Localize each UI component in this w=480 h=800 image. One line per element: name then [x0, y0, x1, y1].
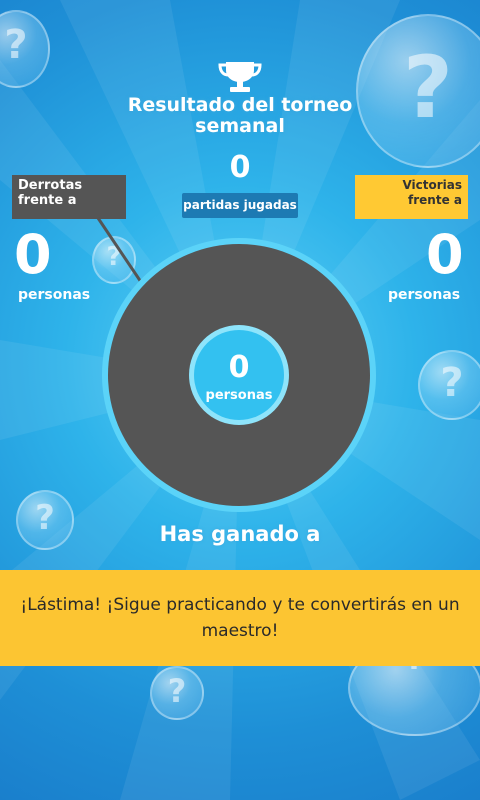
- page-title: Resultado del torneo semanal: [127, 94, 353, 137]
- banner-message: ¡Lástima! ¡Sigue practicando y te conver…: [20, 595, 460, 641]
- wins-tag: Victorias frente a: [355, 175, 468, 219]
- games-played-count: 0: [229, 150, 251, 185]
- message-banner: ¡Lástima! ¡Sigue practicando y te conver…: [0, 570, 480, 666]
- question-bubble-icon: ?: [16, 490, 74, 550]
- question-bubble-icon: ?: [92, 236, 136, 284]
- question-bubble-icon: ?: [150, 666, 204, 720]
- losses-count: 0: [14, 223, 52, 286]
- trophy-icon: [218, 62, 262, 92]
- won-label: Has ganado a: [159, 522, 321, 546]
- question-bubble-icon: ?: [418, 350, 480, 420]
- donut-center-unit: personas: [205, 388, 273, 403]
- donut-center-count: 0: [228, 350, 250, 385]
- games-played-label: partidas jugadas: [182, 193, 298, 218]
- wins-unit: personas: [388, 287, 461, 303]
- losses-unit: personas: [18, 287, 91, 303]
- losses-tag: Derrotas frente a: [12, 175, 126, 219]
- wins-count: 0: [426, 223, 464, 286]
